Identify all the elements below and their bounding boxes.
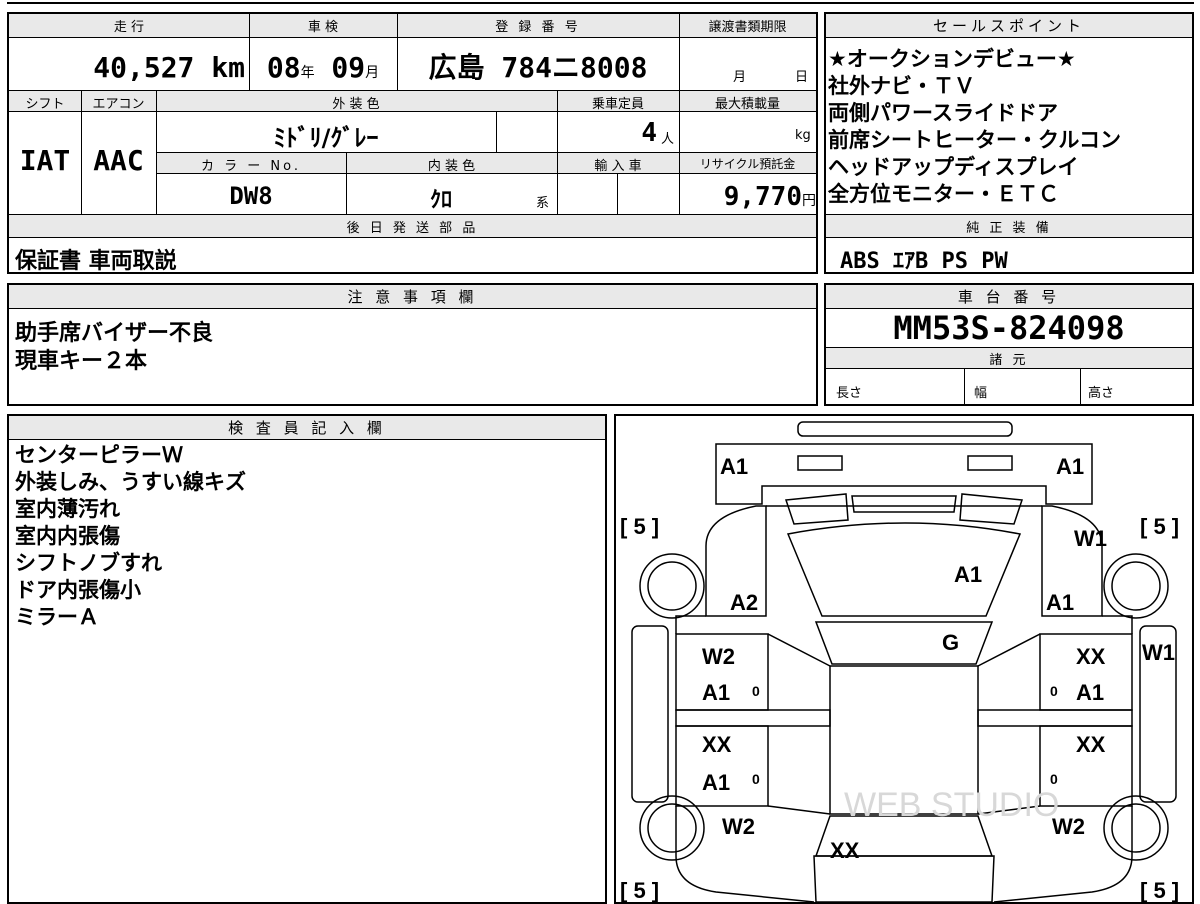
mileage-label: 走 行 [113, 20, 145, 35]
recycle-value: 9,770 [723, 182, 802, 212]
watermark: WEB STUDIO [844, 786, 1059, 824]
recycle-label: リサイクル預託金 [699, 157, 796, 171]
exterior-color-value: ﾐﾄﾞﾘ/ｸﾞﾚｰ [273, 124, 379, 152]
mileage-unit: km [211, 51, 245, 84]
rear-door-right-label-1: XX [1076, 732, 1106, 757]
notes-panel: 注 意 事 項 欄 助手席バイザー不良 現車キー２本 [7, 283, 818, 406]
sales-point-item: ★オークションデビュー★ [828, 47, 1076, 71]
front-fender-right-label: A1 [1046, 590, 1074, 615]
registration-region: 広島 [428, 51, 485, 84]
zero-mark: 0 [752, 683, 760, 699]
registration-number: 8008 [580, 51, 648, 84]
inspector-line: ドア内張傷小 [15, 578, 141, 602]
max-load-unit: kg [795, 128, 811, 143]
inspector-title: 検 査 員 記 入 欄 [9, 416, 605, 440]
color-no-value: DW8 [229, 182, 273, 210]
sales-point-item: 前席シートヒーター・クルコン [828, 128, 1121, 152]
interior-color-value: ｸﾛ [429, 188, 452, 213]
inspector-line: シフトノブすれ [15, 551, 162, 575]
recycle-unit: 円 [802, 193, 816, 209]
capacity-value: 4 [641, 118, 657, 148]
windshield-label: G [942, 630, 959, 655]
chassis-title: 車 台 番 号 [826, 285, 1192, 309]
capacity-unit: 人 [661, 132, 675, 147]
registration-class: 784 [501, 51, 552, 84]
front-door-left-label-2: A1 [702, 680, 730, 705]
zero-mark: 0 [1050, 683, 1058, 699]
sales-point-item: 両側パワースライドドア [828, 101, 1058, 125]
interior-color-suffix: 系 [536, 196, 550, 211]
tire-rear-left-label: [ 5 ] [620, 878, 659, 902]
inspection-year-unit: 年 [300, 65, 315, 81]
front-bumper-right-label: A1 [1056, 454, 1084, 479]
tire-rear-right-label: [ 5 ] [1140, 878, 1179, 902]
import-label: 輸 入 車 [594, 159, 642, 174]
later-parts-value: 保証書 車両取説 [15, 249, 177, 274]
front-fender-left-label: A2 [730, 590, 758, 615]
aircon-value: AAC [93, 144, 144, 177]
sales-point-item: 社外ナビ・ＴＶ [828, 74, 975, 98]
inspector-panel: 検 査 員 記 入 欄 センターピラーＷ 外装しみ、うすい線キズ 室内薄汚れ 室… [7, 414, 607, 904]
shift-value: IAT [19, 144, 71, 177]
front-door-right-label-2: A1 [1076, 680, 1104, 705]
rear-door-left-label-1: XX [702, 732, 732, 757]
transfer-deadline-label: 譲渡書類期限 [708, 20, 787, 35]
inspection-month-unit: 月 [365, 65, 380, 81]
notes-title: 注 意 事 項 欄 [9, 285, 816, 309]
interior-color-label: 内 装 色 [427, 159, 476, 174]
specs-title: 諸 元 [989, 353, 1029, 368]
aircon-label: エアコン [92, 97, 145, 112]
height-label: 高さ [1088, 386, 1115, 401]
front-door-right-label-1: XX [1076, 644, 1106, 669]
inspector-notes: センターピラーＷ 外装しみ、うすい線キズ 室内薄汚れ 室内内張傷 シフトノブすれ… [15, 442, 246, 631]
car-damage-diagram: [ 5 ] [ 5 ] [ 5 ] [ 5 ] A1 A1 W1 A1 A2 A… [614, 414, 1194, 904]
shift-label: シフト [25, 97, 65, 112]
inspection-month: 09 [331, 51, 366, 84]
note-line: 現車キー２本 [15, 349, 148, 374]
hood-label: A1 [954, 562, 982, 587]
inspector-line: 室内内張傷 [15, 524, 120, 548]
capacity-label: 乗車定員 [591, 97, 644, 112]
width-label: 幅 [974, 386, 988, 401]
inspector-line: ミラーＡ [15, 605, 99, 629]
registration-kana: ニ [552, 51, 581, 84]
mileage-value: 40,527 [93, 51, 195, 84]
front-bumper-left-label: A1 [720, 454, 748, 479]
inspector-line: センターピラーＷ [15, 443, 183, 467]
transfer-day-unit: 日 [795, 70, 809, 85]
registration-label: 登 録 番 号 [495, 20, 581, 35]
sales-points-title: セールスポイント [826, 14, 1192, 38]
sales-points-panel: セールスポイント ★オークションデビュー★ 社外ナビ・ＴＶ 両側パワースライドド… [824, 12, 1194, 274]
tire-front-right-label: [ 5 ] [1140, 514, 1179, 539]
rear-quarter-left-label: W2 [722, 814, 755, 839]
exterior-color-label: 外 装 色 [332, 97, 380, 112]
chassis-value: MM53S-824098 [893, 309, 1125, 347]
back-door-label: XX [830, 838, 860, 863]
tire-front-left-label: [ 5 ] [620, 514, 659, 539]
sales-points-list: ★オークションデビュー★ 社外ナビ・ＴＶ 両側パワースライドドア 前席シートヒー… [828, 46, 1121, 208]
later-parts-label: 後 日 発 送 部 品 [346, 221, 479, 236]
genuine-equipment-value: ABS ｴｱB PS PW [840, 249, 1008, 274]
zero-mark: 0 [1050, 771, 1058, 787]
genuine-equipment-title: 純 正 装 備 [966, 221, 1052, 236]
chassis-panel: 車 台 番 号 MM53S-824098 諸 元 長さ 幅 高さ [824, 283, 1194, 406]
inspector-line: 室内薄汚れ [15, 497, 120, 521]
color-no-label: カ ラ ー No. [201, 159, 301, 174]
length-label: 長さ [836, 386, 863, 401]
sales-point-item: ヘッドアップディスプレイ [828, 155, 1079, 179]
right-mirror-label: W1 [1142, 640, 1175, 665]
transfer-month-unit: 月 [733, 70, 747, 85]
inspection-label: 車 検 [307, 20, 339, 35]
inspection-year: 08 [266, 51, 301, 84]
vehicle-info-form: 走 行 車 検 登 録 番 号 譲渡書類期限 40,527 km 08年 09月… [7, 12, 818, 274]
front-fender-right-top-label: W1 [1074, 526, 1107, 551]
front-door-left-label-1: W2 [702, 644, 735, 669]
sales-point-item: 全方位モニター・ＥＴＣ [828, 182, 1059, 206]
inspector-line: 外装しみ、うすい線キズ [15, 470, 246, 494]
rear-door-left-label-2: A1 [702, 770, 730, 795]
zero-mark: 0 [752, 771, 760, 787]
max-load-label: 最大積載量 [714, 97, 780, 112]
